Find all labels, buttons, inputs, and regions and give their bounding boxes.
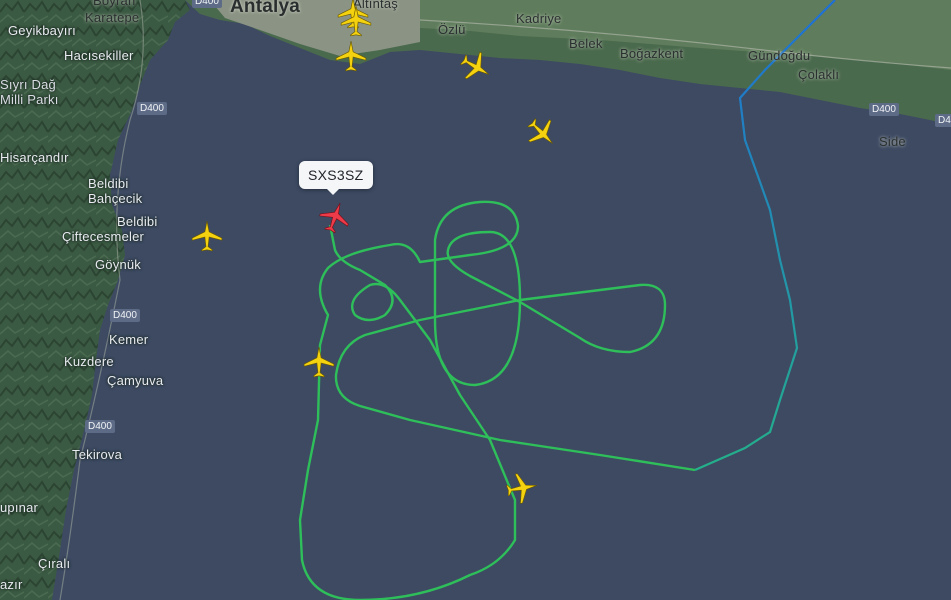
place-label-karatepe: Karatepe	[85, 10, 140, 25]
place-label-side: Side	[879, 134, 906, 149]
place-label-hacisekiller: Hacısekiller	[64, 48, 134, 63]
place-label-hisarcandir: Hisarçandır	[0, 150, 69, 165]
flight-tracks	[298, 0, 836, 600]
selected-plane-icon[interactable]	[318, 200, 352, 234]
plane-icon[interactable]	[190, 219, 224, 253]
place-label-camyuva: Çamyuva	[107, 373, 164, 388]
place-label-goynuk: Göynük	[95, 257, 142, 272]
place-label-beldibi-1: Beldibi	[88, 176, 129, 191]
road-shield-d400: D400	[935, 114, 951, 127]
place-label-geyikbayiri: Geyikbayırı	[8, 23, 76, 38]
plane-icon[interactable]	[302, 345, 336, 379]
plane-icon[interactable]	[339, 4, 373, 38]
place-label-belek: Belek	[569, 36, 603, 51]
place-label-boyran: Boyran	[93, 0, 136, 8]
road-shield-d400: D400	[110, 309, 140, 322]
place-label-bahcecik: Bahçecik	[88, 191, 143, 206]
place-label-beldibi-2: Beldibi	[117, 214, 158, 229]
flight-tracker-map[interactable]: Antalya Boyran Karatepe Geyikbayırı Hacı…	[0, 0, 951, 600]
road-shield-d400: D400	[869, 103, 899, 116]
city-label-antalya: Antalya	[230, 0, 301, 17]
place-label-cirali: Çıralı	[38, 556, 71, 571]
plane-icon[interactable]	[525, 116, 559, 150]
park-label: Sıyrı Dağ Milli Parkı	[0, 77, 59, 107]
plane-icon[interactable]	[334, 39, 368, 73]
selected-flight-track	[298, 200, 696, 600]
place-label-colakli: Çolaklı	[798, 67, 840, 82]
place-label-kadriye: Kadriye	[516, 11, 562, 26]
place-label-azir: azır	[0, 577, 23, 592]
plane-icon[interactable]	[459, 50, 493, 84]
place-label-ozlu: Özlü	[438, 22, 466, 37]
place-label-gundogdu: Gündoğdu	[748, 48, 811, 63]
place-label-kuzdere: Kuzdere	[64, 354, 114, 369]
place-label-upinar: upınar	[0, 500, 39, 515]
road-shield-d400: D400	[192, 0, 222, 8]
place-label-bogazkent: Boğazkent	[620, 46, 684, 61]
road-shield-d400: D400	[85, 420, 115, 433]
place-label-beldibi-bahcecik: Beldibi Bahçecik	[88, 176, 142, 206]
place-label-kemer: Kemer	[109, 332, 149, 347]
plane-icon[interactable]	[505, 471, 539, 505]
flight-callsign-label[interactable]: SXS3SZ	[299, 161, 373, 195]
place-label-beldibi-ciftecesmeler: Beldibi Çiftecesmeler	[62, 214, 157, 244]
road-shield-d400: D400	[137, 102, 167, 115]
park-label-line2: Milli Parkı	[0, 92, 59, 107]
park-label-line1: Sıyrı Dağ	[0, 77, 56, 92]
place-label-ciftecesmeler: Çiftecesmeler	[62, 229, 145, 244]
place-label-tekirova: Tekirova	[72, 447, 123, 462]
